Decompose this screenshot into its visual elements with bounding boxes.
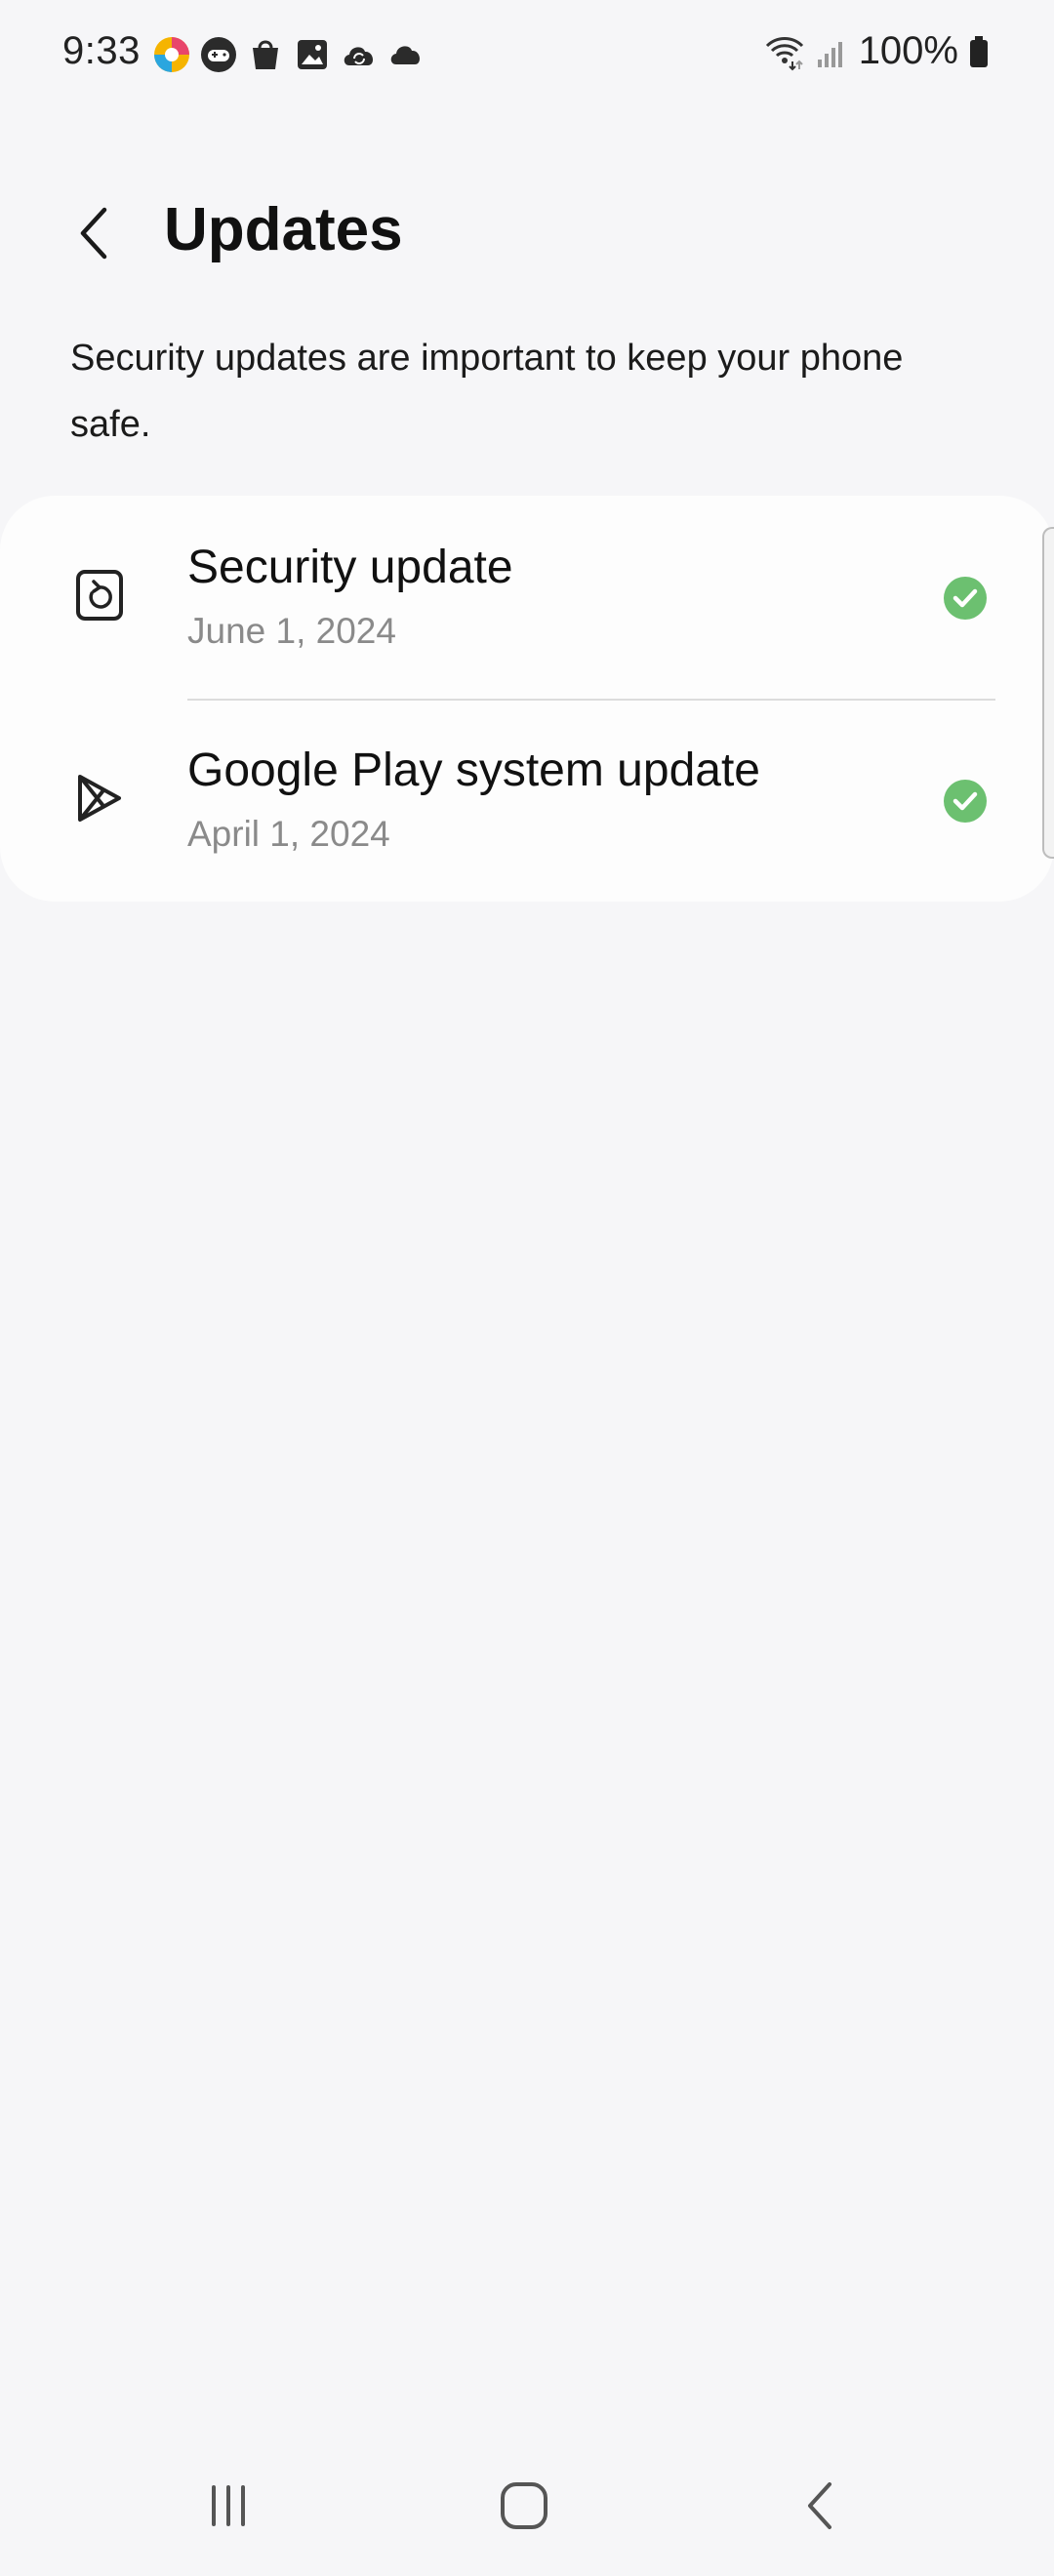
check-circle-icon [944,780,987,823]
home-icon [501,2482,547,2529]
status-bar: 9:33 100% [0,0,1054,112]
security-update-icon [76,570,123,621]
galaxy-store-icon [253,40,278,69]
security-update-date: June 1, 2024 [187,611,396,651]
google-play-update-date: April 1, 2024 [187,814,390,854]
battery-icon [970,35,988,67]
navigation-bar [0,2435,1054,2576]
description-text: Security updates are important to keep y… [70,338,904,445]
back-button[interactable] [59,195,127,271]
gallery-icon [298,40,327,69]
battery-percent: 100% [858,29,958,72]
recents-button[interactable] [170,2465,287,2547]
recents-icon [212,2485,245,2526]
signal-icon [817,41,842,67]
page-title: Updates [164,196,403,263]
wifi-icon [765,36,803,70]
edge-panel-handle[interactable] [1042,527,1054,859]
home-button[interactable] [466,2465,583,2547]
system-status-icons: 100% [763,29,990,73]
notification-icons [152,35,426,74]
list-item-security-update[interactable]: Security update June 1, 2024 [0,496,1054,701]
game-launcher-icon [201,37,236,72]
back-icon [808,2482,831,2529]
check-circle-icon [944,577,987,620]
google-play-icon [78,775,121,822]
photos-app-icon [154,37,189,72]
status-time: 9:33 [62,29,141,72]
chevron-left-icon [80,207,107,260]
back-nav-button[interactable] [761,2465,878,2547]
updates-card: Security update June 1, 2024 Google Play… [0,496,1054,902]
security-update-title: Security update [187,542,513,593]
cloud-sync-icon [344,47,374,65]
google-play-update-title: Google Play system update [187,745,760,796]
list-item-google-play-system-update[interactable]: Google Play system update April 1, 2024 [0,699,1054,902]
cloud-icon [390,46,421,64]
